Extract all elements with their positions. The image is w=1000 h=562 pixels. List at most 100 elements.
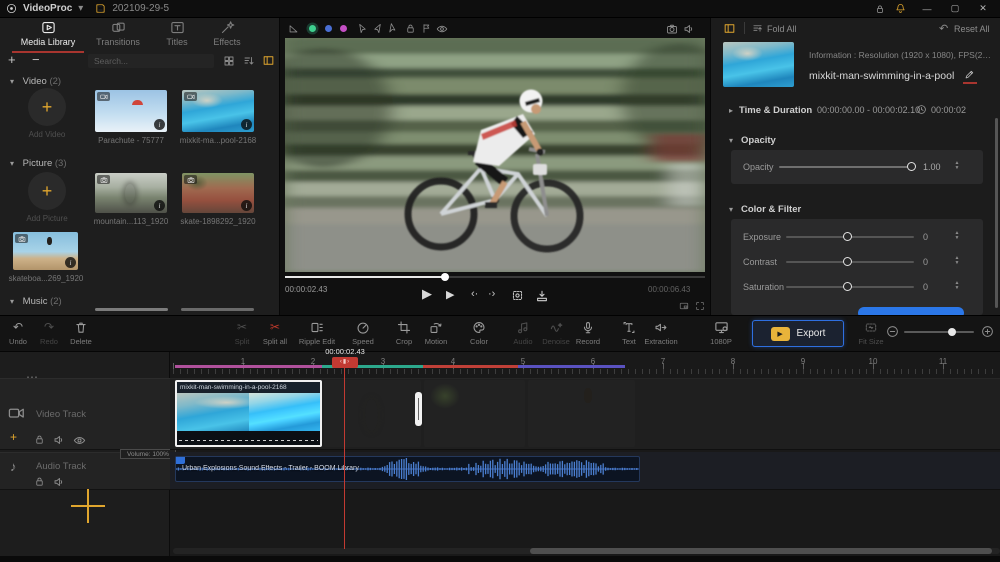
audio-mute-icon[interactable]	[53, 476, 65, 488]
marker-dot-green-icon[interactable]	[309, 25, 316, 32]
tab-effects[interactable]: Effects	[202, 20, 252, 50]
select-cursor-icon[interactable]	[357, 23, 368, 34]
timeline-clip-ramp[interactable]	[424, 380, 525, 447]
inspector-panel-toggle-icon[interactable]	[723, 22, 736, 35]
minimize-button[interactable]: —	[916, 4, 938, 14]
screenshot-button-icon[interactable]	[511, 289, 524, 302]
snapshot-camera-icon[interactable]	[666, 23, 678, 35]
seek-handle[interactable]	[441, 273, 449, 281]
fullscreen-icon[interactable]	[695, 301, 705, 311]
app-menu-caret[interactable]: ▾	[78, 3, 83, 14]
license-lock-icon[interactable]	[875, 4, 885, 14]
timeline-audio-clip[interactable]: Urban Explosions Sound Effects - Trailer…	[175, 456, 640, 482]
play-in-button[interactable]: ▶	[422, 286, 432, 302]
opacity-stepper[interactable]: ▲▼	[953, 161, 961, 170]
opacity-slider[interactable]	[779, 166, 914, 168]
video-viewport[interactable]	[285, 38, 705, 272]
marker-dot-blue-icon[interactable]	[325, 25, 332, 32]
sort-icon[interactable]	[243, 55, 255, 67]
panel-toggle-icon[interactable]	[262, 54, 275, 67]
record-button[interactable]: Record	[570, 320, 606, 346]
opacity-caret-icon[interactable]: ▾	[729, 136, 733, 145]
search-input[interactable]	[88, 54, 214, 68]
time-duration-caret-icon[interactable]: ▸	[729, 106, 733, 115]
playhead-line[interactable]	[344, 357, 345, 549]
timeline-zoom-handle[interactable]	[948, 328, 956, 336]
export-frame-button-icon[interactable]	[535, 289, 549, 303]
fold-all-button[interactable]: Fold All	[767, 24, 797, 34]
previous-frame-button[interactable]: ‹·	[471, 288, 478, 300]
opacity-slider-handle[interactable]	[907, 162, 916, 171]
resolution-button[interactable]: 1080P	[702, 320, 740, 346]
remove-media-button[interactable]: −	[32, 52, 40, 67]
media-item-skateboard-beach[interactable]: i	[13, 232, 78, 270]
add-media-button[interactable]: +	[8, 52, 16, 67]
reset-all-button[interactable]: Reset All	[954, 24, 990, 34]
info-icon[interactable]: i	[154, 119, 165, 130]
close-button[interactable]: ✕	[972, 3, 994, 14]
add-clip-icon[interactable]: +	[10, 430, 17, 444]
add-video-button[interactable]: +	[28, 88, 66, 126]
seek-bar[interactable]	[285, 276, 705, 278]
export-button[interactable]: ▶ Export	[752, 320, 844, 347]
motion-button[interactable]: Motion	[414, 320, 458, 346]
delete-button[interactable]: Delete	[63, 320, 99, 346]
picture-section-header[interactable]: ▾ Picture (3)	[10, 158, 67, 169]
info-icon[interactable]: i	[154, 200, 165, 211]
saturation-slider-handle[interactable]	[843, 282, 852, 291]
ripple-edit-button[interactable]: Ripple Edit	[289, 320, 345, 346]
notification-bell-icon[interactable]	[895, 3, 906, 14]
media-item-skate-ramp[interactable]: i	[182, 173, 254, 213]
contrast-stepper[interactable]: ▲▼	[953, 256, 961, 265]
play-button[interactable]: ▶	[446, 288, 454, 301]
hand-cursor-icon[interactable]	[385, 21, 399, 35]
mask-flag-icon[interactable]	[421, 23, 432, 34]
timeline-clip-pool-selected[interactable]: mixkit-man-swimming-in-a-pool-2168	[175, 380, 322, 447]
info-icon[interactable]: i	[241, 119, 252, 130]
info-icon[interactable]: i	[65, 257, 76, 268]
inspector-scrollbar[interactable]	[995, 118, 998, 308]
visibility-eye-icon[interactable]	[436, 23, 448, 35]
timeline-scrollbar[interactable]	[173, 548, 1000, 554]
exposure-slider-handle[interactable]	[843, 232, 852, 241]
fold-all-icon[interactable]	[752, 23, 763, 34]
color-filter-caret-icon[interactable]: ▾	[729, 205, 733, 214]
tab-titles[interactable]: Titles	[152, 20, 202, 50]
clip-trim-handle[interactable]	[415, 392, 422, 426]
razor-cursor-icon[interactable]	[372, 23, 383, 34]
video-section-header[interactable]: ▾ Video (2)	[10, 76, 61, 87]
media-item-pool[interactable]: i	[182, 90, 254, 132]
tab-transitions[interactable]: Transitions	[85, 20, 151, 50]
ruler-tool-icon[interactable]	[288, 23, 299, 34]
video-lock-icon[interactable]	[34, 434, 45, 445]
exposure-stepper[interactable]: ▲▼	[953, 231, 961, 240]
apply-button-clipped[interactable]	[858, 307, 964, 315]
music-section-header[interactable]: ▾ Music (2)	[10, 296, 62, 307]
media-item-parachute[interactable]: i	[95, 90, 167, 132]
marker-dot-magenta-icon[interactable]	[340, 25, 347, 32]
maximize-button[interactable]: ▢	[944, 3, 966, 14]
timeline-zoom-slider[interactable]	[904, 331, 974, 333]
playhead-marker[interactable]: ‹▮›	[332, 357, 358, 368]
redo-button[interactable]: ↷Redo	[31, 320, 67, 346]
video-mute-icon[interactable]	[53, 434, 65, 446]
mute-speaker-icon[interactable]	[683, 23, 695, 35]
zoom-in-icon[interactable]	[981, 325, 994, 338]
extraction-button[interactable]: Extraction	[637, 320, 685, 346]
color-button[interactable]: Color	[461, 320, 497, 346]
zoom-out-icon[interactable]	[886, 325, 899, 338]
next-frame-button[interactable]: ·›	[488, 288, 495, 300]
add-picture-button[interactable]: +	[28, 172, 66, 210]
saturation-stepper[interactable]: ▲▼	[953, 281, 961, 290]
speed-button[interactable]: Speed	[345, 320, 381, 346]
timeline-scrollbar-thumb[interactable]	[530, 548, 992, 554]
grid-view-icon[interactable]	[223, 55, 235, 67]
info-icon[interactable]: i	[241, 200, 252, 211]
timeline-clip-beach[interactable]	[528, 380, 635, 447]
save-icon[interactable]	[95, 3, 106, 14]
contrast-slider-handle[interactable]	[843, 257, 852, 266]
tab-media-library[interactable]: Media Library	[8, 20, 88, 50]
lock-preview-icon[interactable]	[405, 23, 416, 34]
timeline-clip-bike[interactable]	[324, 380, 421, 447]
pip-view-icon[interactable]	[679, 301, 689, 311]
